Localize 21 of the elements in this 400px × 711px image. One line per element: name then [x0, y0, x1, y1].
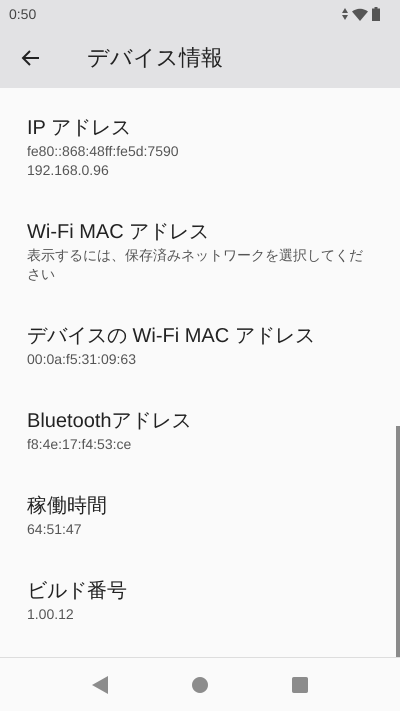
setting-value: 192.168.0.96 [27, 161, 110, 180]
setting-value: 64:51:47 [27, 520, 82, 539]
setting-value: f8:4e:17:f4:53:ce [27, 435, 132, 454]
setting-value: 00:0a:f5:31:09:63 [27, 350, 137, 369]
setting-title: Bluetoothアドレス [27, 409, 193, 434]
setting-title: IP アドレス [27, 116, 132, 141]
home-circle-icon[interactable] [192, 676, 208, 692]
wifi-icon [352, 8, 368, 20]
setting-title: デバイスの Wi-Fi MAC アドレス [27, 324, 316, 349]
data-arrows-icon [342, 7, 348, 21]
setting-value: fe80::868:48ff:fe5d:7590 [27, 142, 180, 161]
setting-title: Wi-Fi MAC アドレス [27, 220, 210, 245]
back-triangle-icon[interactable] [92, 676, 108, 694]
screen-title: デバイス情報 [87, 44, 223, 72]
battery-icon [372, 7, 380, 21]
recents-square-icon[interactable] [292, 676, 308, 692]
setting-value: 表示するには、保存済みネットワークを選択してください [27, 246, 364, 284]
status-time: 0:50 [9, 6, 36, 22]
setting-value: 1.00.12 [27, 605, 75, 624]
setting-title: ビルド番号 [27, 579, 128, 604]
setting-title: 稼働時間 [27, 494, 108, 519]
